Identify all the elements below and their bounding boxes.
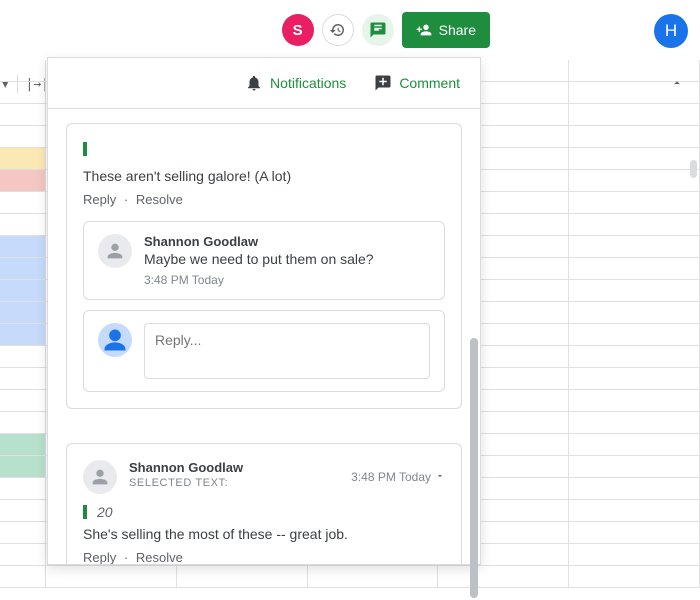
panel-scrollbar-thumb[interactable] [470,338,478,598]
reply-author: Shannon Goodlaw [144,234,430,249]
version-history-icon[interactable] [322,14,354,46]
selected-text-label: SELECTED TEXT: [129,477,339,489]
notifications-tab[interactable]: Notifications [245,74,346,92]
add-comment-tab[interactable]: Comment [374,74,460,92]
selection-indicator [83,142,87,156]
bell-icon [245,74,263,92]
share-label: Share [439,22,476,38]
comment-label: Comment [399,75,460,91]
add-comment-icon [374,74,392,92]
comment-text: These aren't selling galore! (A lot) [83,168,445,184]
share-button[interactable]: Share [402,12,490,48]
selected-text-quote: 20 [83,504,445,520]
header-collab-area: S Share [282,12,490,48]
account-avatar-h: H [654,14,688,48]
chevron-up-icon[interactable] [670,76,684,95]
notifications-label: Notifications [270,75,346,91]
user-avatar-icon [83,460,117,494]
comment-text: She's selling the most of these -- great… [83,526,445,542]
resolve-button[interactable]: Resolve [136,192,183,207]
current-user-avatar-icon [98,323,132,357]
reply-timestamp: 3:48 PM Today [144,273,430,287]
comment-thread[interactable]: These aren't selling galore! (A lot) Rep… [66,123,462,425]
user-avatar-icon [98,234,132,268]
person-add-icon [416,22,432,38]
collaborator-avatar-s[interactable]: S [282,14,314,46]
comment-thread[interactable]: Shannon Goodlaw SELECTED TEXT: 3:48 PM T… [66,443,462,564]
reply-input[interactable] [144,323,430,379]
comment-author: Shannon Goodlaw [129,460,339,475]
reply-button[interactable]: Reply [83,550,116,564]
resolve-button[interactable]: Resolve [136,550,183,564]
comment-actions: Reply · Resolve [83,550,445,564]
comment-reply: Shannon Goodlaw Maybe we need to put the… [83,221,445,300]
account-avatar-wrap[interactable]: H [654,14,688,48]
sheet-scroll-thumb[interactable] [690,160,697,178]
chevron-down-icon[interactable] [435,470,445,484]
selected-text-value: 20 [97,504,113,520]
open-comments-button[interactable] [362,14,394,46]
reply-button[interactable]: Reply [83,192,116,207]
comments-panel-header: Notifications Comment [48,58,480,109]
comments-panel-body[interactable]: These aren't selling galore! (A lot) Rep… [48,109,480,564]
reply-input-block [83,310,445,392]
comment-actions: Reply · Resolve [83,192,445,207]
comments-panel: Notifications Comment These aren't selli… [47,57,481,565]
selection-indicator [83,505,87,519]
reply-text: Maybe we need to put them on sale? [144,251,430,267]
comment-timestamp: 3:48 PM Today [351,460,445,494]
